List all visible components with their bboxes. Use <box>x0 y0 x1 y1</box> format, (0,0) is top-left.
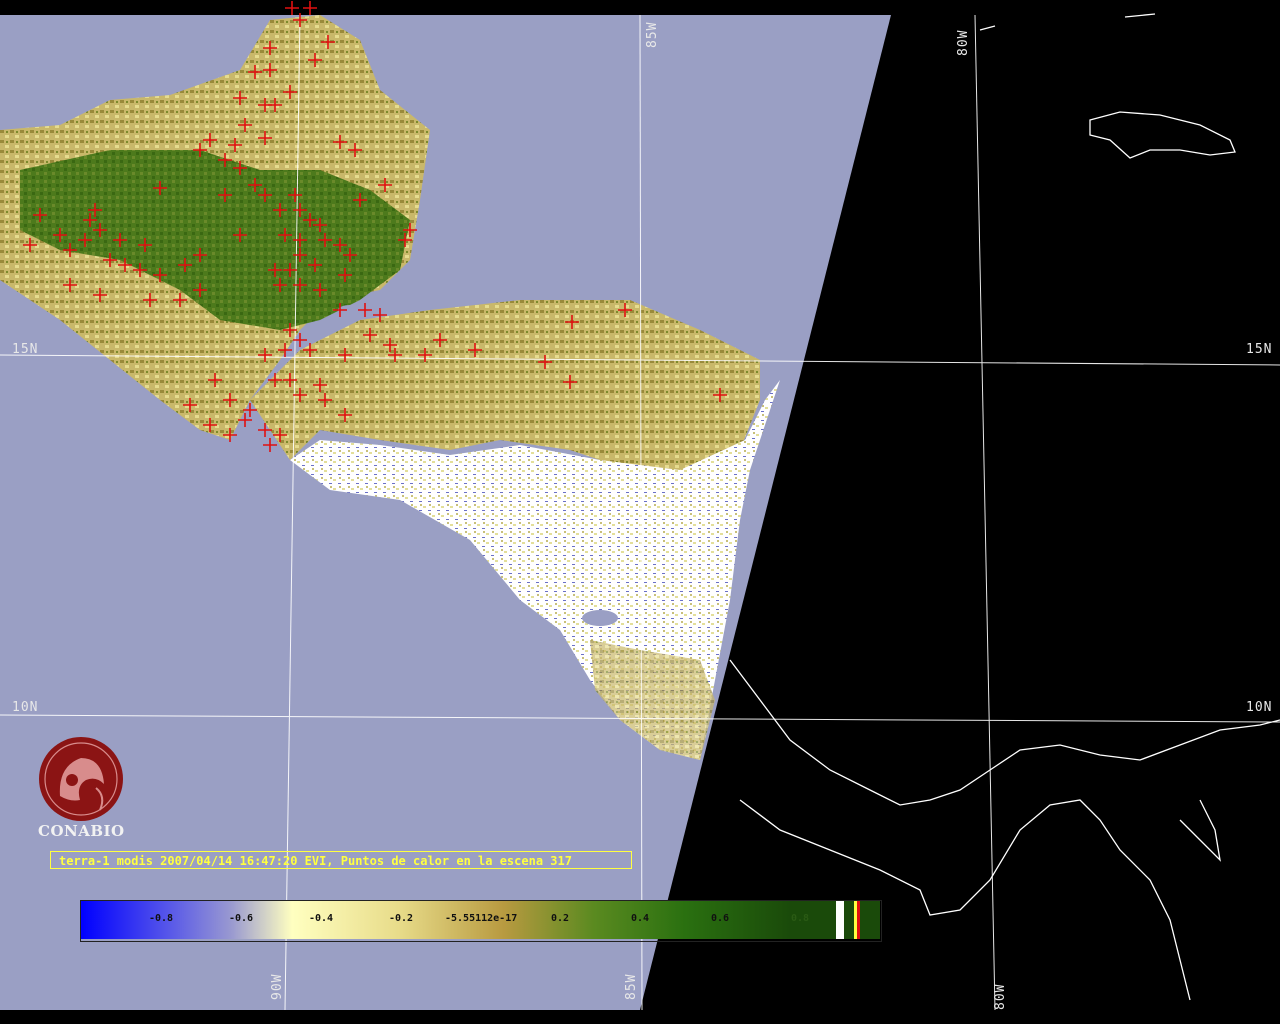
colorbar-tick-label: -0.6 <box>229 913 254 924</box>
colorbar-tick-label: 0.8 <box>791 913 810 924</box>
lat-label-15n-left: 15N <box>12 342 39 357</box>
colorbar-tick-label: -0.2 <box>389 913 414 924</box>
colorbar-tick-label: 0.4 <box>631 913 650 924</box>
colorbar-tick-label: 0.2 <box>551 913 570 924</box>
colorbar-tick-label: -0.4 <box>309 913 334 924</box>
colorbar-tick-label: -0.8 <box>149 913 174 924</box>
lon-label-85w-top: 85W <box>645 21 660 48</box>
colorbar-tick-label: 0.6 <box>711 913 730 924</box>
lon-label-80w-top: 80W <box>956 29 971 56</box>
lake-nicaragua <box>582 610 618 626</box>
lat-label-10n-left: 10N <box>12 700 39 715</box>
image-caption: terra-1 modis 2007/04/14 16:47:20 EVI, P… <box>50 851 632 869</box>
colorbar: -0.8 -0.6 -0.4 -0.2 -5.55112e-17 0.2 0.4… <box>80 900 882 942</box>
satellite-map <box>0 0 1280 1024</box>
colorbar-tick-label: -5.55112e-17 <box>445 913 518 924</box>
lon-label-80w-bottom: 80W <box>993 983 1008 1010</box>
logo-text: CONABIO <box>38 822 125 840</box>
lat-label-10n-right: 10N <box>1246 700 1273 715</box>
lon-label-85w-bottom: 85W <box>624 973 639 1000</box>
lat-label-15n-right: 15N <box>1246 342 1273 357</box>
lon-label-90w-bottom: 90W <box>270 973 285 1000</box>
